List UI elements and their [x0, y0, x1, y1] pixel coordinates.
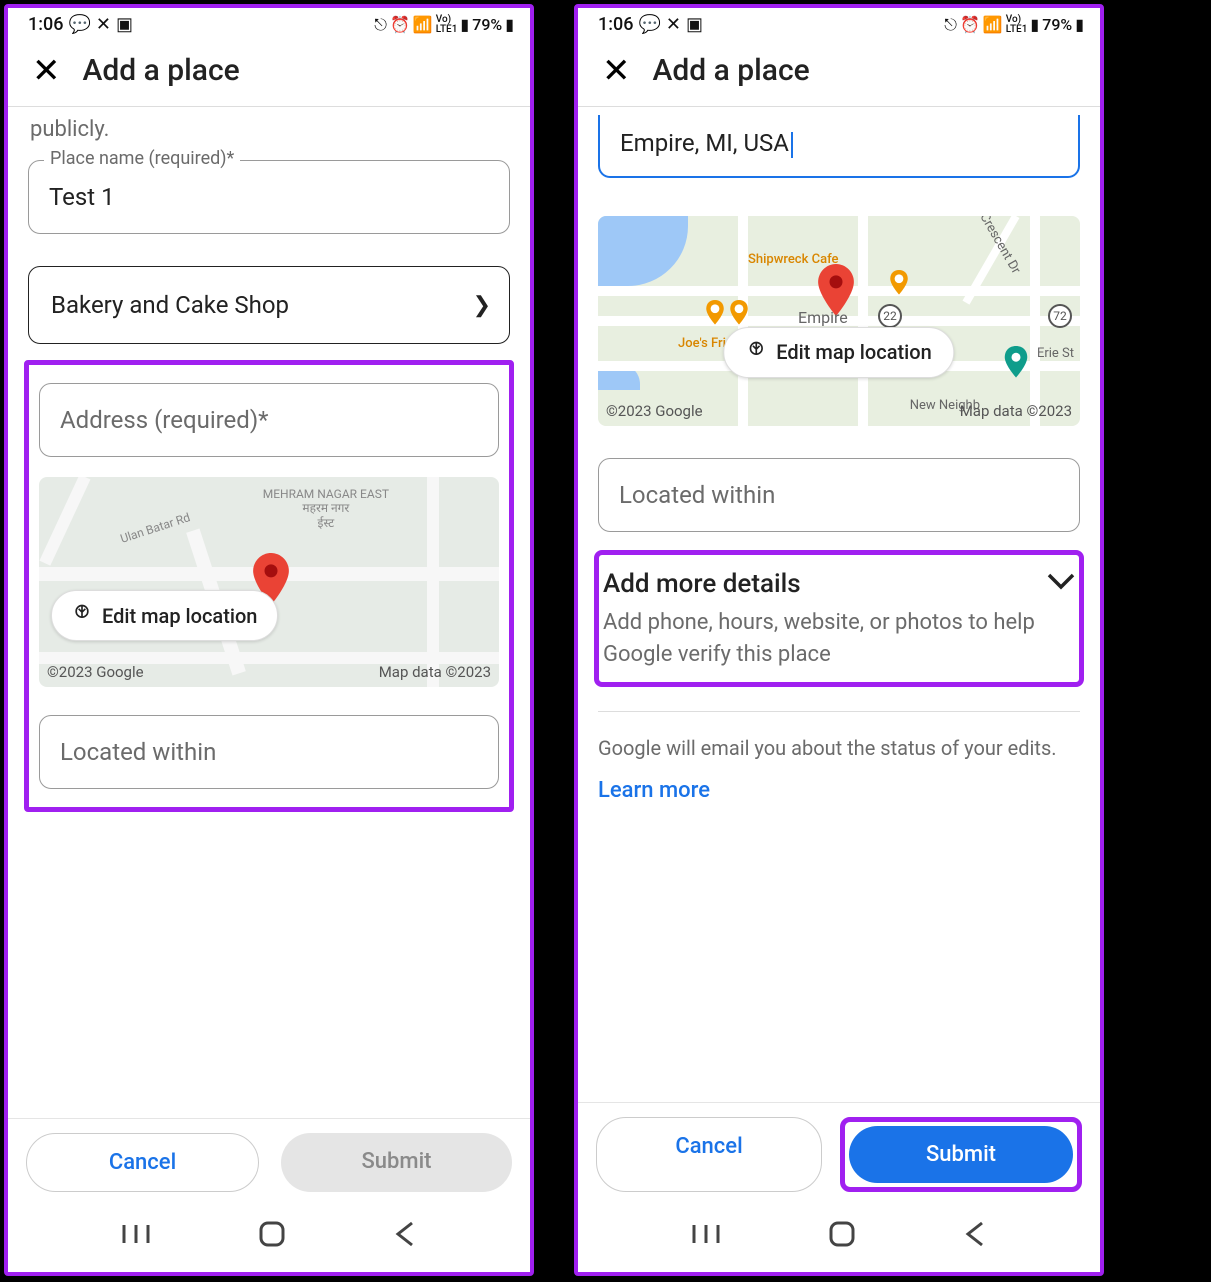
status-time: 1:06: [28, 14, 63, 35]
cancel-button[interactable]: Cancel: [596, 1117, 822, 1192]
highlight-add-more-details: Add more details Add phone, hours, websi…: [594, 550, 1084, 688]
picture-icon: ▣: [116, 14, 133, 35]
close-icon[interactable]: ✕: [602, 54, 631, 88]
add-more-details-row[interactable]: Add more details Add phone, hours, websi…: [599, 563, 1079, 675]
battery-saver-icon: ⎋: [374, 15, 387, 35]
located-within-input[interactable]: Located within: [598, 458, 1080, 532]
recent-apps-icon[interactable]: [122, 1223, 150, 1249]
missed-call-icon: ✕: [666, 14, 681, 35]
alarm-icon: ⏰: [390, 15, 410, 34]
home-icon[interactable]: [828, 1220, 856, 1252]
android-nav-bar: [578, 1202, 1100, 1272]
page-header: ✕ Add a place: [578, 37, 1100, 107]
edit-location-icon: [72, 603, 92, 628]
divider: [598, 711, 1080, 712]
picture-icon: ▣: [686, 14, 703, 35]
page-title: Add a place: [653, 53, 810, 88]
route-badge: 72: [1048, 304, 1072, 328]
map-data-label: Map data ©2023: [960, 402, 1072, 420]
status-time: 1:06: [598, 14, 633, 35]
food-pin-icon: [704, 300, 726, 328]
status-bar: 1:06 💬 ✕ ▣ ⎋ ⏰ 📶 Vo)LTE1 ▮ 79% ▮: [8, 8, 530, 37]
close-icon[interactable]: ✕: [32, 54, 61, 88]
text-cursor: [791, 132, 793, 158]
chat-icon: 💬: [638, 14, 660, 35]
edit-location-icon: [746, 340, 766, 365]
food-pin-icon: [728, 300, 750, 328]
battery-icon: ▮: [505, 15, 514, 34]
route-badge: 22: [878, 304, 902, 328]
chevron-right-icon: ❯: [473, 293, 491, 318]
located-within-field[interactable]: Located within: [39, 715, 499, 789]
map-data-label: Map data ©2023: [379, 663, 491, 681]
cancel-button[interactable]: Cancel: [26, 1133, 259, 1192]
lte-icon: Vo)LTE1: [1006, 15, 1028, 35]
battery-saver-icon: ⎋: [944, 15, 957, 35]
back-icon[interactable]: [964, 1221, 986, 1251]
lte-icon: Vo)LTE1: [436, 15, 458, 35]
street-erie: Erie St: [1037, 346, 1074, 361]
poi-empire: Empire: [798, 308, 848, 327]
battery-percent: 79%: [1042, 15, 1072, 34]
place-pin-icon: [1002, 346, 1030, 386]
page-title: Add a place: [83, 53, 240, 88]
place-name-input[interactable]: Test 1: [28, 160, 510, 234]
wifi-icon: 📶: [413, 15, 433, 34]
signal-icon: ▮: [460, 15, 469, 34]
highlight-submit-button: Submit: [840, 1117, 1082, 1192]
bottom-action-bar: Cancel Submit: [8, 1118, 530, 1202]
learn-more-link[interactable]: Learn more: [598, 778, 1080, 803]
place-name-field[interactable]: Place name (required)* Test 1: [28, 160, 510, 234]
bottom-action-bar: Cancel Submit: [578, 1102, 1100, 1202]
address-input[interactable]: Empire, MI, USA: [598, 115, 1080, 178]
map-area-label: MEHRAM NAGAR EAST महरम नगर ईस्ट: [263, 487, 389, 530]
address-field[interactable]: Address (required)*: [39, 383, 499, 457]
place-name-label: Place name (required)*: [44, 148, 240, 169]
info-text: Google will email you about the status o…: [598, 736, 1080, 760]
category-row[interactable]: Bakery and Cake Shop ❯: [28, 266, 510, 344]
highlight-address-section: Address (required)* MEHRAM NAGAR EAST मह…: [24, 360, 514, 812]
map-road-label: Ulan Batar Rd: [119, 510, 192, 546]
food-pin-icon: [888, 270, 910, 298]
submit-button[interactable]: Submit: [281, 1133, 512, 1192]
alarm-icon: ⏰: [960, 15, 980, 34]
recent-apps-icon[interactable]: [692, 1223, 720, 1249]
edit-map-location-button[interactable]: Edit map location: [51, 590, 278, 641]
add-more-details-title: Add more details: [603, 569, 801, 599]
chat-icon: 💬: [68, 14, 90, 35]
add-more-details-subtitle: Add phone, hours, website, or photos to …: [603, 607, 1075, 671]
map-copyright: ©2023 Google: [606, 402, 703, 420]
home-icon[interactable]: [258, 1220, 286, 1252]
android-nav-bar: [8, 1202, 530, 1272]
submit-button[interactable]: Submit: [849, 1126, 1073, 1183]
address-field[interactable]: Empire, MI, USA: [598, 115, 1080, 178]
back-icon[interactable]: [394, 1221, 416, 1251]
located-within-input[interactable]: Located within: [39, 715, 499, 789]
map-preview[interactable]: MEHRAM NAGAR EAST महरम नगर ईस्ट Ulan Bat…: [39, 477, 499, 687]
intro-text-fragment: publicly.: [30, 117, 508, 142]
map-copyright: ©2023 Google: [47, 663, 144, 681]
signal-icon: ▮: [1030, 15, 1039, 34]
category-value: Bakery and Cake Shop: [51, 291, 289, 319]
wifi-icon: 📶: [983, 15, 1003, 34]
edit-map-location-label: Edit map location: [102, 604, 257, 628]
battery-icon: ▮: [1075, 15, 1084, 34]
phone-screenshot-right: 1:06 💬 ✕ ▣ ⎋ ⏰ 📶 Vo)LTE1 ▮ 79% ▮ ✕ Add a…: [574, 4, 1104, 1276]
edit-map-location-label: Edit map location: [776, 340, 931, 364]
battery-percent: 79%: [472, 15, 502, 34]
edit-map-location-button[interactable]: Edit map location: [723, 327, 954, 378]
address-input[interactable]: Address (required)*: [39, 383, 499, 457]
missed-call-icon: ✕: [96, 14, 111, 35]
chevron-down-icon: [1047, 573, 1075, 595]
phone-screenshot-left: 1:06 💬 ✕ ▣ ⎋ ⏰ 📶 Vo)LTE1 ▮ 79% ▮ ✕ Add a…: [4, 4, 534, 1276]
located-within-field[interactable]: Located within: [598, 458, 1080, 532]
map-preview[interactable]: Shipwreck Cafe Empire 22 72 Joe's Friend…: [598, 216, 1080, 426]
page-header: ✕ Add a place: [8, 37, 530, 107]
status-bar: 1:06 💬 ✕ ▣ ⎋ ⏰ 📶 Vo)LTE1 ▮ 79% ▮: [578, 8, 1100, 37]
